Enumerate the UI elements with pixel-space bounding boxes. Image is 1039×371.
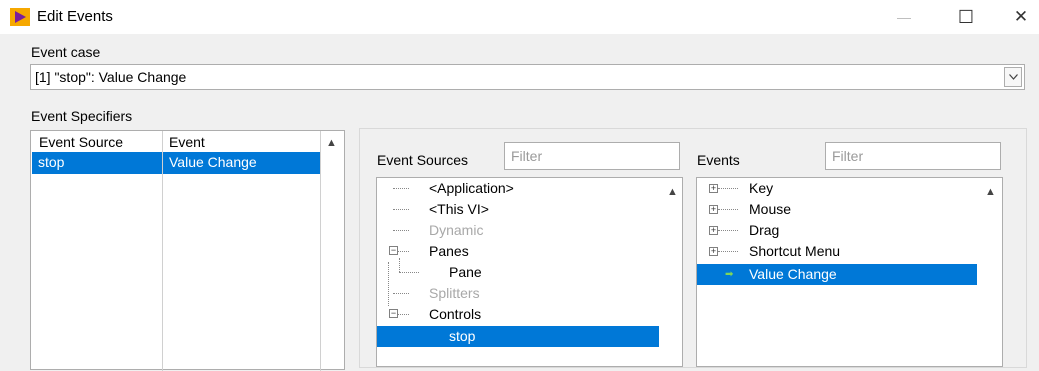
- minimize-icon: —: [897, 9, 911, 25]
- tree-guide: [399, 272, 419, 273]
- events-tree[interactable]: + Key + Mouse + Drag + Shortcut Menu ➡ V…: [696, 177, 1003, 367]
- collapse-icon[interactable]: −: [389, 246, 398, 255]
- events-label: Events: [697, 152, 740, 168]
- events-filter-input[interactable]: Filter: [825, 142, 1001, 170]
- window-title: Edit Events: [37, 8, 113, 25]
- tree-item-shortcut-menu[interactable]: Shortcut Menu: [749, 241, 840, 262]
- title-bar: Edit Events — ☐ ✕: [0, 0, 1039, 34]
- tree-guide: [393, 209, 409, 210]
- tree-guide: [718, 230, 738, 231]
- tree-guide: [393, 293, 409, 294]
- scroll-up-icon[interactable]: ▲: [985, 186, 996, 198]
- tree-item-mouse[interactable]: Mouse: [749, 199, 791, 220]
- cell-event-source: stop: [38, 154, 65, 170]
- collapse-icon[interactable]: −: [389, 309, 398, 318]
- scroll-up-icon[interactable]: ▲: [667, 186, 678, 198]
- tree-item-dynamic: Dynamic: [429, 222, 484, 238]
- tree-guide: [718, 188, 738, 189]
- event-specifiers-label: Event Specifiers: [31, 108, 133, 124]
- expand-icon[interactable]: +: [709, 226, 718, 235]
- tree-guide: [393, 230, 409, 231]
- tree-guide: [718, 251, 738, 252]
- event-arrow-icon: ➡: [725, 269, 734, 280]
- expand-icon[interactable]: +: [709, 184, 718, 193]
- cell-event: Value Change: [169, 154, 257, 170]
- tree-guide: [393, 188, 409, 189]
- tree-guide: [399, 258, 400, 272]
- column-header-event: Event: [169, 134, 205, 150]
- event-sources-label: Event Sources: [377, 152, 469, 168]
- tree-item-controls[interactable]: Controls: [429, 304, 481, 325]
- chevron-down-icon: [1008, 74, 1018, 80]
- tree-item-stop[interactable]: stop: [377, 326, 659, 347]
- tree-item-pane[interactable]: Pane: [449, 262, 482, 283]
- close-button[interactable]: ✕: [998, 0, 1039, 34]
- expand-icon[interactable]: +: [709, 247, 718, 256]
- minimize-button[interactable]: —: [881, 0, 927, 34]
- expand-icon[interactable]: +: [709, 205, 718, 214]
- tree-item-key[interactable]: Key: [749, 178, 773, 199]
- event-case-value: [1] "stop": Value Change: [35, 69, 187, 85]
- maximize-button[interactable]: ☐: [943, 0, 989, 34]
- tree-guide: [718, 209, 738, 210]
- maximize-icon: ☐: [957, 6, 975, 27]
- close-icon: ✕: [1013, 7, 1029, 26]
- column-header-event-source: Event Source: [39, 134, 124, 150]
- scroll-up-icon[interactable]: ▲: [326, 137, 337, 149]
- tree-guide: [388, 262, 389, 306]
- table-row-source-cell[interactable]: stop: [32, 152, 162, 174]
- table-row-event-cell[interactable]: Value Change: [163, 152, 320, 174]
- event-specifiers-table[interactable]: Event Source Event stop Value Change ▲: [30, 130, 345, 371]
- column-divider: [320, 131, 321, 371]
- event-sources-filter-input[interactable]: Filter: [504, 142, 680, 170]
- tree-item-application[interactable]: <Application>: [429, 178, 514, 199]
- tree-item-drag[interactable]: Drag: [749, 220, 779, 241]
- labview-app-icon: [10, 8, 30, 26]
- tree-item-this-vi[interactable]: <This VI>: [429, 199, 489, 220]
- tree-item-panes[interactable]: Panes: [429, 241, 469, 262]
- tree-item-splitters: Splitters: [429, 285, 480, 301]
- event-case-dropdown[interactable]: [1] "stop": Value Change: [30, 64, 1025, 90]
- dropdown-button[interactable]: [1004, 67, 1022, 87]
- event-sources-tree[interactable]: <Application> <This VI> Dynamic − Panes …: [376, 177, 683, 367]
- tree-item-value-change-label: Value Change: [749, 266, 837, 282]
- event-case-label: Event case: [31, 44, 101, 60]
- tree-item-value-change[interactable]: ➡ Value Change: [697, 264, 977, 285]
